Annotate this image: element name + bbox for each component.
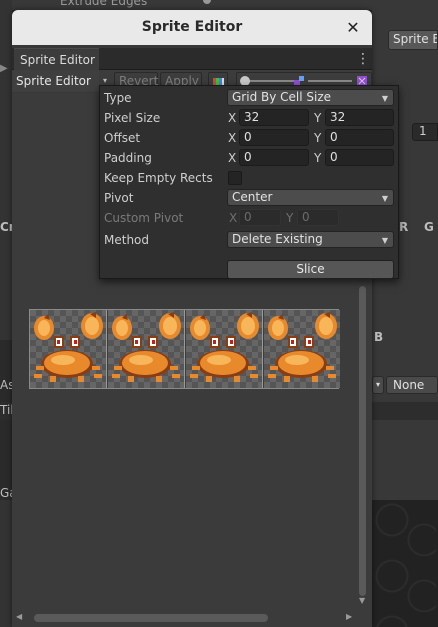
- play-arrow-icon: ▶: [0, 63, 8, 74]
- mode-dropdown-label: Sprite Editor: [16, 74, 91, 88]
- keep-empty-rects-label: Keep Empty Rects: [104, 171, 213, 185]
- padding-y-field[interactable]: 0: [325, 149, 394, 166]
- pivot-label: Pivot: [104, 191, 134, 205]
- mode-dropdown[interactable]: Sprite Editor ▾: [12, 70, 99, 111]
- scroll-left-arrow-icon[interactable]: ◀: [16, 612, 22, 621]
- window-titlebar[interactable]: Sprite Editor: [12, 10, 372, 45]
- method-dropdown[interactable]: Delete Existing ▼: [227, 231, 394, 248]
- offset-y-field[interactable]: 0: [325, 129, 394, 146]
- padding-x-field[interactable]: 0: [239, 149, 309, 166]
- rgb-color-icon: [213, 78, 224, 85]
- inspector-number-field[interactable]: 1: [412, 123, 438, 141]
- none-dropdown-label: None: [393, 378, 425, 392]
- crab-sprite-2: [112, 312, 181, 382]
- keep-empty-rects-checkbox[interactable]: [228, 171, 242, 185]
- pixel-size-x-axis: X: [228, 111, 237, 125]
- sprite-editor-button[interactable]: Sprite Ed: [388, 30, 438, 50]
- none-dropdown[interactable]: None: [386, 376, 438, 394]
- window-title: Sprite Editor: [141, 19, 243, 35]
- custom-pivot-y-axis: Y: [286, 211, 294, 225]
- crab-sprite-3: [190, 312, 259, 382]
- offset-x-axis: X: [228, 131, 237, 145]
- slice-popup: Type Grid By Cell Size ▼ Pixel Size X 32 …: [99, 85, 399, 279]
- tab-sprite-editor[interactable]: Sprite Editor: [14, 48, 99, 70]
- custom-pivot-x-axis: X: [229, 211, 238, 225]
- custom-pivot-label: Custom Pivot: [104, 211, 184, 225]
- custom-pivot-y-field: 0: [297, 209, 339, 226]
- crab-sprite-1: [34, 312, 103, 382]
- b-channel-label[interactable]: B: [374, 330, 383, 344]
- sprite-cell[interactable]: [108, 310, 185, 388]
- offset-label: Offset: [104, 131, 141, 145]
- g-channel-label[interactable]: G: [424, 220, 434, 234]
- chevron-down-icon: ▼: [381, 194, 388, 203]
- sprite-cell[interactable]: [30, 310, 107, 388]
- chevron-down-icon: ▼: [381, 94, 388, 103]
- padding-label: Padding: [104, 151, 152, 165]
- chevron-down-icon: ▼: [381, 236, 388, 245]
- slice-button[interactable]: Slice: [227, 260, 394, 279]
- pivot-dropdown[interactable]: Center ▼: [227, 189, 394, 206]
- padding-y-axis: Y: [314, 151, 322, 165]
- pixel-size-y-field[interactable]: 32: [325, 109, 394, 126]
- close-icon[interactable]: ✕: [344, 10, 362, 45]
- horizontal-scrollbar-thumb[interactable]: [34, 614, 268, 622]
- sprite-sheet[interactable]: [29, 309, 340, 389]
- type-dropdown[interactable]: Grid By Cell Size ▼: [227, 89, 394, 106]
- background-hex-pattern: [372, 500, 438, 627]
- type-dropdown-value: Grid By Cell Size: [232, 90, 332, 104]
- custom-pivot-x-field: 0: [239, 209, 281, 226]
- offset-x-field[interactable]: 0: [239, 129, 309, 146]
- tab-row: Sprite Editor ⋮: [12, 48, 372, 70]
- method-dropdown-value: Delete Existing: [232, 232, 323, 246]
- offset-y-axis: Y: [314, 131, 322, 145]
- method-label: Method: [104, 233, 150, 247]
- scroll-right-arrow-icon[interactable]: ▶: [346, 612, 352, 621]
- padding-x-axis: X: [228, 151, 237, 165]
- background-inspector-left: [0, 0, 12, 627]
- scroll-down-arrow-icon[interactable]: ▼: [359, 596, 365, 605]
- dropdown-caret-icon[interactable]: ▾: [372, 376, 384, 394]
- sprite-cell[interactable]: [264, 310, 340, 388]
- sprite-cell[interactable]: [186, 310, 263, 388]
- crab-sprite-4: [268, 312, 337, 382]
- pixel-size-y-axis: Y: [314, 111, 322, 125]
- type-label: Type: [104, 91, 132, 105]
- r-channel-label[interactable]: R: [399, 220, 408, 234]
- pixel-size-label: Pixel Size: [104, 111, 161, 125]
- extrude-edges-label: Extrude Edges: [60, 0, 148, 8]
- background-strip: [0, 340, 12, 500]
- pivot-dropdown-value: Center: [232, 190, 273, 204]
- pixel-size-x-field[interactable]: 32: [239, 109, 309, 126]
- kebab-menu-icon[interactable]: ⋮: [356, 50, 370, 68]
- mip-slider-track[interactable]: [308, 80, 352, 82]
- vertical-scrollbar-thumb[interactable]: [359, 286, 366, 596]
